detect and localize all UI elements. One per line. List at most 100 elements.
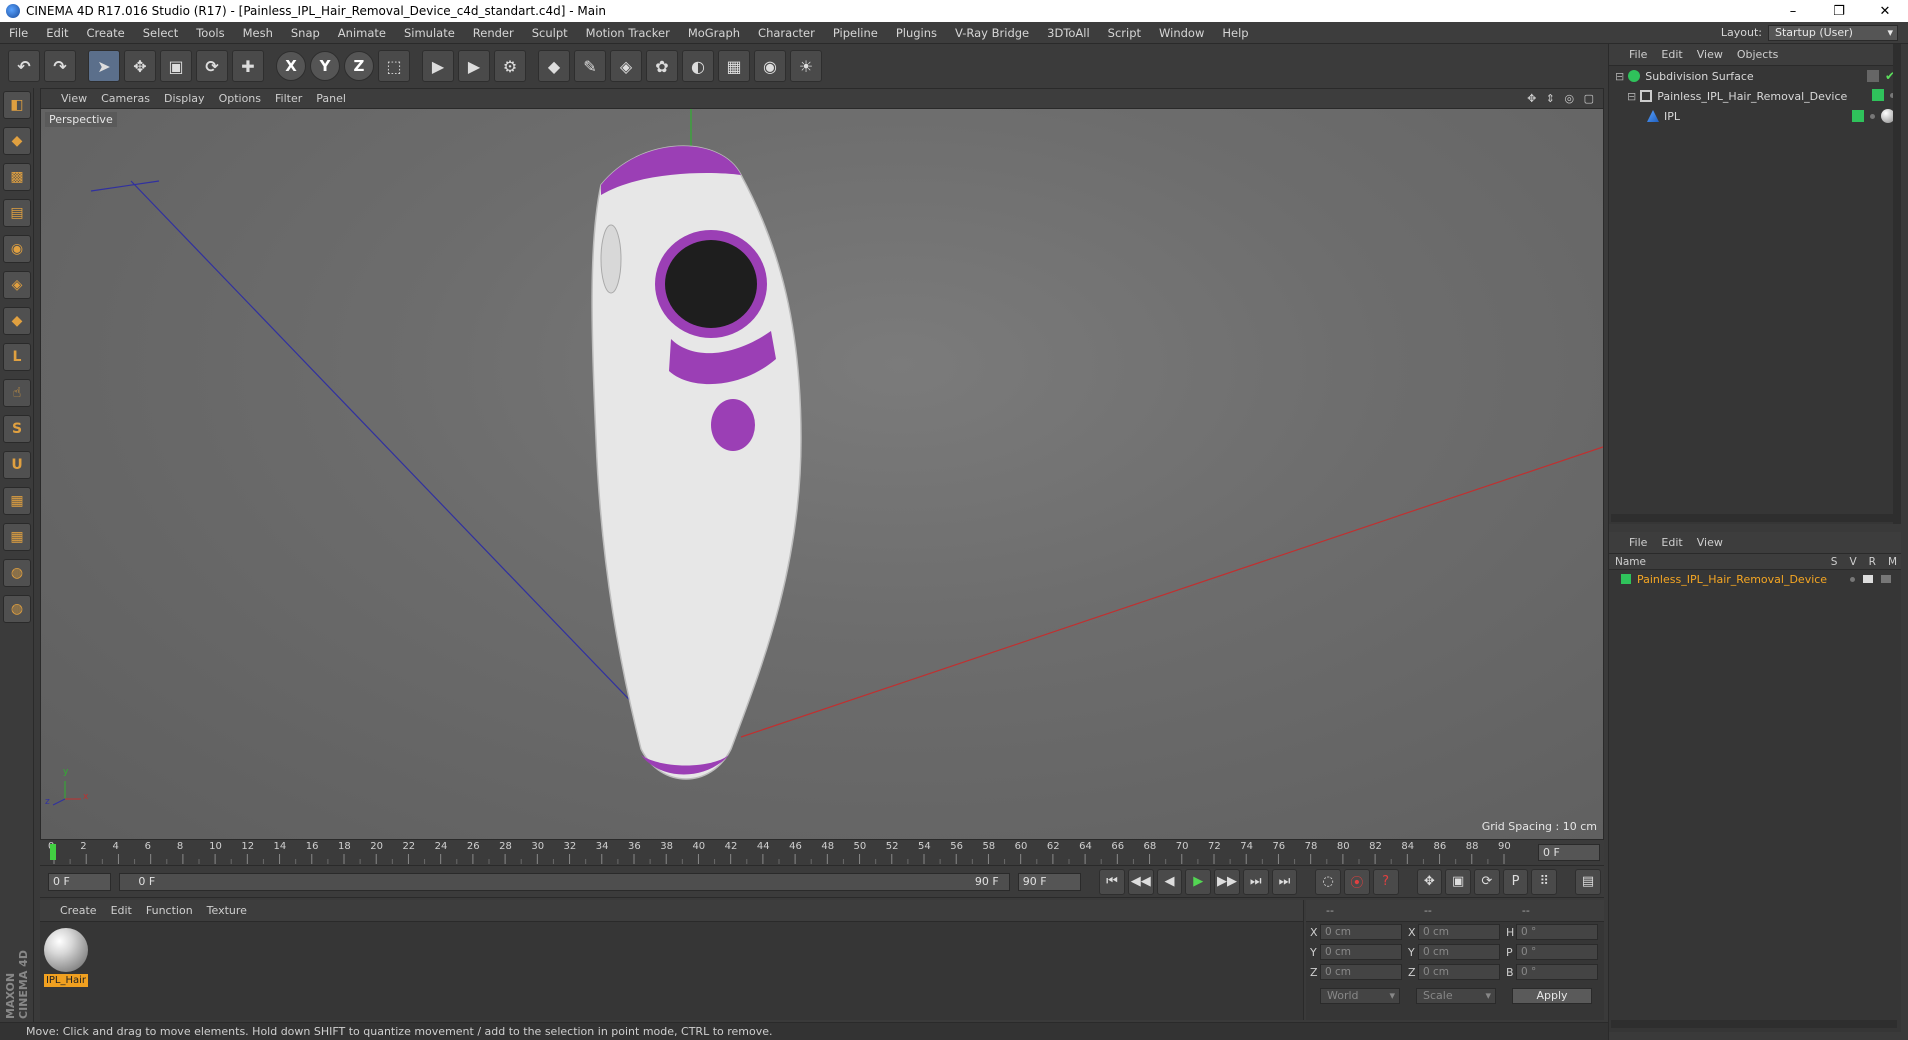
workplane-mode-button[interactable]: ▤ xyxy=(3,199,31,227)
maximize-button[interactable]: ❐ xyxy=(1816,4,1862,19)
menu-edit[interactable]: Edit xyxy=(37,26,77,40)
viewport-menu-options[interactable]: Options xyxy=(219,92,271,105)
select-tool-button[interactable]: ➤ xyxy=(88,50,120,82)
rotation-p-field[interactable]: 0 ° xyxy=(1516,944,1598,960)
layer-color-icon[interactable] xyxy=(1852,110,1864,122)
visibility-dot-icon[interactable] xyxy=(1870,113,1875,119)
solo-toggle-icon[interactable] xyxy=(1850,576,1855,582)
position-y-field[interactable]: 0 cm xyxy=(1320,944,1402,960)
menu-motion-tracker[interactable]: Motion Tracker xyxy=(577,26,679,40)
render-view-button[interactable]: ▶ xyxy=(422,50,454,82)
render-toggle-icon[interactable] xyxy=(1881,575,1891,583)
object-menu-objects[interactable]: Objects xyxy=(1737,48,1793,61)
camera-button[interactable]: ◉ xyxy=(754,50,786,82)
close-button[interactable]: ✕ xyxy=(1862,4,1908,19)
timeline-current-frame[interactable]: 0 F xyxy=(1538,844,1600,861)
python-script-button[interactable]: ◍ xyxy=(3,559,31,587)
step-forward-key-button[interactable]: ⏭ xyxy=(1242,868,1269,895)
solo-mode-button[interactable]: S xyxy=(3,415,31,443)
undo-button[interactable]: ↶ xyxy=(8,50,40,82)
size-z-field[interactable]: 0 cm xyxy=(1418,964,1500,980)
deformer-button[interactable]: ◐ xyxy=(682,50,714,82)
layer-menu-view[interactable]: View xyxy=(1697,536,1737,549)
play-button[interactable]: ▶ xyxy=(1185,868,1212,895)
menu-sculpt[interactable]: Sculpt xyxy=(523,26,577,40)
menu-animate[interactable]: Animate xyxy=(329,26,395,40)
menu-pipeline[interactable]: Pipeline xyxy=(824,26,887,40)
object-manager-horizontal-scrollbar[interactable] xyxy=(1611,514,1897,522)
array-mograph-button[interactable]: ✿ xyxy=(646,50,678,82)
menu-render[interactable]: Render xyxy=(464,26,523,40)
floor-environment-button[interactable]: ▦ xyxy=(718,50,750,82)
layer-manager-horizontal-scrollbar[interactable] xyxy=(1611,1020,1897,1028)
key-point-level-button[interactable]: ⠿ xyxy=(1531,868,1558,895)
menu-window[interactable]: Window xyxy=(1150,26,1213,40)
scale-tool-button[interactable]: ▣ xyxy=(160,50,192,82)
layer-row[interactable]: Painless_IPL_Hair_Removal_Device xyxy=(1609,570,1901,588)
workplane-align-button[interactable]: ▦ xyxy=(3,523,31,551)
view-toggle-icon[interactable] xyxy=(1863,575,1873,583)
object-menu-view[interactable]: View xyxy=(1697,48,1737,61)
position-z-field[interactable]: 0 cm xyxy=(1320,964,1402,980)
viewport-menu-cameras[interactable]: Cameras xyxy=(101,92,160,105)
coordinate-system-button[interactable]: ⬚ xyxy=(378,50,410,82)
python-script-2-button[interactable]: ◍ xyxy=(3,595,31,623)
rotate-tool-button[interactable]: ⟳ xyxy=(196,50,228,82)
layout-dropdown[interactable]: Startup (User) xyxy=(1768,24,1898,41)
viewport-menu-filter[interactable]: Filter xyxy=(275,92,312,105)
minimize-button[interactable]: – xyxy=(1770,4,1816,19)
scale-dropdown[interactable]: Scale xyxy=(1416,988,1496,1004)
snap-magnet-button[interactable]: U xyxy=(3,451,31,479)
timeline-window-button[interactable]: ▤ xyxy=(1575,868,1601,895)
start-frame-field[interactable]: 0 F xyxy=(48,872,112,891)
z-axis-lock-button[interactable]: Z xyxy=(344,51,374,81)
object-menu-edit[interactable]: Edit xyxy=(1661,48,1696,61)
size-y-field[interactable]: 0 cm xyxy=(1418,944,1500,960)
menu-file[interactable]: File xyxy=(0,26,37,40)
viewport-scene[interactable]: Perspective y x z Grid Spacing : 10 cm xyxy=(41,109,1603,839)
frame-range-slider[interactable]: 0 F 90 F xyxy=(119,872,1010,891)
collapse-icon[interactable]: ⊟ xyxy=(1615,70,1624,83)
menu-plugins[interactable]: Plugins xyxy=(887,26,946,40)
edges-mode-button[interactable]: ◈ xyxy=(3,271,31,299)
menu-create[interactable]: Create xyxy=(78,26,134,40)
cube-object-button[interactable]: ◆ xyxy=(538,50,570,82)
view-column-header[interactable]: V xyxy=(1849,556,1856,568)
timeline-ruler[interactable]: 0246810121416182022242628303234363840424… xyxy=(40,840,1604,866)
end-frame-field[interactable]: 90 F xyxy=(1017,872,1082,891)
viewport-menu-view[interactable]: View xyxy=(61,92,97,105)
object-menu-file[interactable]: File xyxy=(1629,48,1661,61)
collapse-icon[interactable]: ⊟ xyxy=(1627,90,1636,103)
menu-help[interactable]: Help xyxy=(1213,26,1257,40)
menu-select[interactable]: Select xyxy=(134,26,187,40)
viewport-menu-display[interactable]: Display xyxy=(164,92,215,105)
key-parameter-button[interactable]: P xyxy=(1502,868,1529,895)
position-x-field[interactable]: 0 cm xyxy=(1320,924,1402,940)
viewport-navigation-icons[interactable]: ✥ ⇕ ◎ ▢ xyxy=(1527,92,1603,105)
object-row-ipl[interactable]: IPL xyxy=(1609,106,1901,126)
menu-character[interactable]: Character xyxy=(749,26,824,40)
world-dropdown[interactable]: World xyxy=(1320,988,1400,1004)
object-row-subdivision-surface[interactable]: ⊟ Subdivision Surface ✔ xyxy=(1609,66,1901,86)
menu-snap[interactable]: Snap xyxy=(282,26,329,40)
model-mode-button[interactable]: ◆ xyxy=(3,127,31,155)
viewport-menu-panel[interactable]: Panel xyxy=(316,92,356,105)
key-scale-button[interactable]: ▣ xyxy=(1445,868,1471,895)
apply-button[interactable]: Apply xyxy=(1512,988,1592,1004)
polygons-mode-button[interactable]: ◆ xyxy=(3,307,31,335)
move-tool-button[interactable]: ✥ xyxy=(124,50,156,82)
material-swatch[interactable]: IPL_Hair xyxy=(44,928,88,987)
menu-mesh[interactable]: Mesh xyxy=(234,26,282,40)
manager-column-header[interactable]: M xyxy=(1888,556,1897,568)
size-x-field[interactable]: 0 cm xyxy=(1418,924,1500,940)
x-axis-lock-button[interactable]: X xyxy=(276,51,306,81)
key-rotation-button[interactable]: ⟳ xyxy=(1473,868,1500,895)
live-selection-button[interactable]: ✚ xyxy=(232,50,264,82)
keyframe-selection-button[interactable]: ◌ xyxy=(1315,868,1342,895)
menu-simulate[interactable]: Simulate xyxy=(395,26,464,40)
timeline-playhead[interactable] xyxy=(50,844,56,860)
subdivision-nurbs-button[interactable]: ◈ xyxy=(610,50,642,82)
menu-tools[interactable]: Tools xyxy=(187,26,233,40)
layer-color-icon[interactable] xyxy=(1872,89,1884,101)
texture-mode-button[interactable]: ▩ xyxy=(3,163,31,191)
